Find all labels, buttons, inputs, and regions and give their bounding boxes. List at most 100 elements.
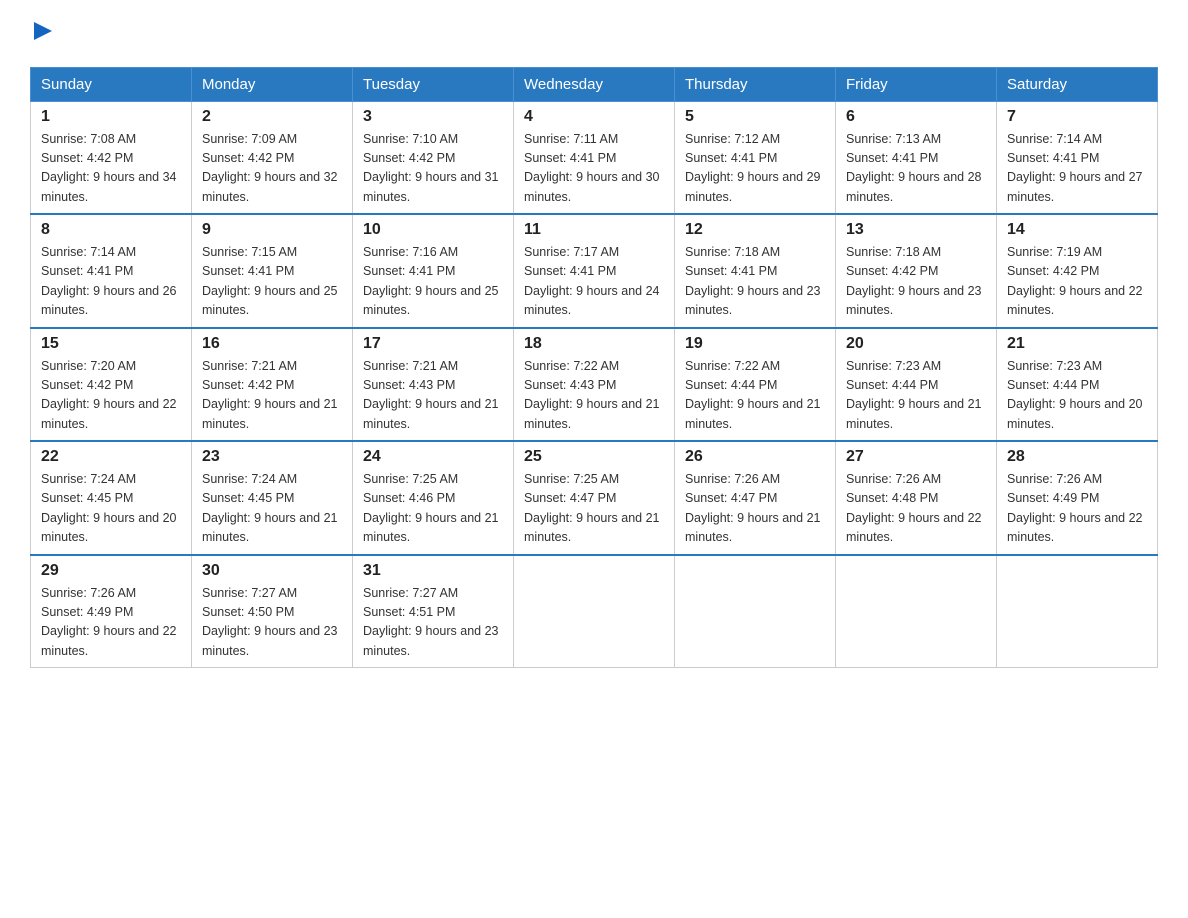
day-number: 28 xyxy=(1007,448,1147,466)
day-info: Sunrise: 7:12 AMSunset: 4:41 PMDaylight:… xyxy=(685,130,825,208)
day-number: 8 xyxy=(41,221,181,239)
day-info: Sunrise: 7:09 AMSunset: 4:42 PMDaylight:… xyxy=(202,130,342,208)
day-info: Sunrise: 7:26 AMSunset: 4:49 PMDaylight:… xyxy=(41,584,181,662)
day-header-saturday: Saturday xyxy=(997,67,1158,101)
day-info: Sunrise: 7:26 AMSunset: 4:48 PMDaylight:… xyxy=(846,470,986,548)
calendar-table: SundayMondayTuesdayWednesdayThursdayFrid… xyxy=(30,67,1158,669)
calendar-cell: 9 Sunrise: 7:15 AMSunset: 4:41 PMDaylight… xyxy=(192,214,353,328)
day-header-wednesday: Wednesday xyxy=(514,67,675,101)
calendar-cell: 17 Sunrise: 7:21 AMSunset: 4:43 PMDayligh… xyxy=(353,328,514,442)
day-header-row: SundayMondayTuesdayWednesdayThursdayFrid… xyxy=(31,67,1158,101)
day-number: 21 xyxy=(1007,335,1147,353)
day-number: 16 xyxy=(202,335,342,353)
day-info: Sunrise: 7:27 AMSunset: 4:51 PMDaylight:… xyxy=(363,584,503,662)
calendar-cell: 22 Sunrise: 7:24 AMSunset: 4:45 PMDayligh… xyxy=(31,441,192,555)
day-number: 3 xyxy=(363,108,503,126)
calendar-cell: 7 Sunrise: 7:14 AMSunset: 4:41 PMDaylight… xyxy=(997,101,1158,214)
calendar-cell: 5 Sunrise: 7:12 AMSunset: 4:41 PMDaylight… xyxy=(675,101,836,214)
calendar-cell: 28 Sunrise: 7:26 AMSunset: 4:49 PMDayligh… xyxy=(997,441,1158,555)
calendar-week-1: 1Sunrise: 7:08 AMSunset: 4:42 PMDaylight… xyxy=(31,101,1158,214)
day-number: 7 xyxy=(1007,108,1147,126)
calendar-week-3: 15 Sunrise: 7:20 AMSunset: 4:42 PMDayligh… xyxy=(31,328,1158,442)
calendar-cell: 31Sunrise: 7:27 AMSunset: 4:51 PMDayligh… xyxy=(353,555,514,668)
day-number: 25 xyxy=(524,448,664,466)
day-number: 17 xyxy=(363,335,503,353)
calendar-cell: 1Sunrise: 7:08 AMSunset: 4:42 PMDaylight… xyxy=(31,101,192,214)
day-info: Sunrise: 7:19 AMSunset: 4:42 PMDaylight:… xyxy=(1007,243,1147,321)
calendar-cell xyxy=(836,555,997,668)
calendar-cell: 2Sunrise: 7:09 AMSunset: 4:42 PMDaylight… xyxy=(192,101,353,214)
calendar-cell: 25 Sunrise: 7:25 AMSunset: 4:47 PMDayligh… xyxy=(514,441,675,555)
day-header-thursday: Thursday xyxy=(675,67,836,101)
calendar-cell: 20 Sunrise: 7:23 AMSunset: 4:44 PMDayligh… xyxy=(836,328,997,442)
day-info: Sunrise: 7:23 AMSunset: 4:44 PMDaylight:… xyxy=(846,357,986,435)
day-info: Sunrise: 7:16 AMSunset: 4:41 PMDaylight:… xyxy=(363,243,503,321)
day-info: Sunrise: 7:22 AMSunset: 4:43 PMDaylight:… xyxy=(524,357,664,435)
day-info: Sunrise: 7:15 AMSunset: 4:41 PMDaylight:… xyxy=(202,243,342,321)
calendar-week-4: 22 Sunrise: 7:24 AMSunset: 4:45 PMDayligh… xyxy=(31,441,1158,555)
day-number: 9 xyxy=(202,221,342,239)
day-number: 26 xyxy=(685,448,825,466)
calendar-cell: 19Sunrise: 7:22 AMSunset: 4:44 PMDayligh… xyxy=(675,328,836,442)
day-number: 1 xyxy=(41,108,181,126)
day-number: 23 xyxy=(202,448,342,466)
calendar-cell: 8 Sunrise: 7:14 AMSunset: 4:41 PMDaylight… xyxy=(31,214,192,328)
day-info: Sunrise: 7:10 AMSunset: 4:42 PMDaylight:… xyxy=(363,130,503,208)
day-number: 15 xyxy=(41,335,181,353)
calendar-cell: 11 Sunrise: 7:17 AMSunset: 4:41 PMDayligh… xyxy=(514,214,675,328)
day-number: 5 xyxy=(685,108,825,126)
day-number: 12 xyxy=(685,221,825,239)
day-info: Sunrise: 7:13 AMSunset: 4:41 PMDaylight:… xyxy=(846,130,986,208)
day-info: Sunrise: 7:20 AMSunset: 4:42 PMDaylight:… xyxy=(41,357,181,435)
day-number: 30 xyxy=(202,562,342,580)
day-info: Sunrise: 7:25 AMSunset: 4:47 PMDaylight:… xyxy=(524,470,664,548)
calendar-cell: 4Sunrise: 7:11 AMSunset: 4:41 PMDaylight… xyxy=(514,101,675,214)
calendar-cell: 16Sunrise: 7:21 AMSunset: 4:42 PMDayligh… xyxy=(192,328,353,442)
page-header xyxy=(30,20,1158,47)
logo-triangle-icon xyxy=(32,20,54,42)
calendar-cell xyxy=(514,555,675,668)
day-info: Sunrise: 7:27 AMSunset: 4:50 PMDaylight:… xyxy=(202,584,342,662)
day-info: Sunrise: 7:14 AMSunset: 4:41 PMDaylight:… xyxy=(1007,130,1147,208)
day-number: 6 xyxy=(846,108,986,126)
day-number: 11 xyxy=(524,221,664,239)
calendar-cell: 24 Sunrise: 7:25 AMSunset: 4:46 PMDayligh… xyxy=(353,441,514,555)
day-info: Sunrise: 7:18 AMSunset: 4:42 PMDaylight:… xyxy=(846,243,986,321)
logo xyxy=(30,20,54,47)
calendar-week-5: 29 Sunrise: 7:26 AMSunset: 4:49 PMDayligh… xyxy=(31,555,1158,668)
day-number: 22 xyxy=(41,448,181,466)
day-info: Sunrise: 7:23 AMSunset: 4:44 PMDaylight:… xyxy=(1007,357,1147,435)
day-number: 20 xyxy=(846,335,986,353)
calendar-cell: 6 Sunrise: 7:13 AMSunset: 4:41 PMDaylight… xyxy=(836,101,997,214)
calendar-cell: 26Sunrise: 7:26 AMSunset: 4:47 PMDayligh… xyxy=(675,441,836,555)
calendar-cell: 23Sunrise: 7:24 AMSunset: 4:45 PMDayligh… xyxy=(192,441,353,555)
day-number: 19 xyxy=(685,335,825,353)
day-number: 14 xyxy=(1007,221,1147,239)
day-header-tuesday: Tuesday xyxy=(353,67,514,101)
day-number: 27 xyxy=(846,448,986,466)
day-info: Sunrise: 7:17 AMSunset: 4:41 PMDaylight:… xyxy=(524,243,664,321)
calendar-cell: 15 Sunrise: 7:20 AMSunset: 4:42 PMDayligh… xyxy=(31,328,192,442)
day-info: Sunrise: 7:14 AMSunset: 4:41 PMDaylight:… xyxy=(41,243,181,321)
day-number: 29 xyxy=(41,562,181,580)
day-info: Sunrise: 7:26 AMSunset: 4:49 PMDaylight:… xyxy=(1007,470,1147,548)
calendar-cell: 29 Sunrise: 7:26 AMSunset: 4:49 PMDayligh… xyxy=(31,555,192,668)
calendar-cell: 30 Sunrise: 7:27 AMSunset: 4:50 PMDayligh… xyxy=(192,555,353,668)
day-header-sunday: Sunday xyxy=(31,67,192,101)
day-header-friday: Friday xyxy=(836,67,997,101)
day-info: Sunrise: 7:11 AMSunset: 4:41 PMDaylight:… xyxy=(524,130,664,208)
day-number: 24 xyxy=(363,448,503,466)
day-number: 13 xyxy=(846,221,986,239)
calendar-cell xyxy=(675,555,836,668)
day-info: Sunrise: 7:24 AMSunset: 4:45 PMDaylight:… xyxy=(41,470,181,548)
calendar-week-2: 8 Sunrise: 7:14 AMSunset: 4:41 PMDaylight… xyxy=(31,214,1158,328)
calendar-cell: 13 Sunrise: 7:18 AMSunset: 4:42 PMDayligh… xyxy=(836,214,997,328)
calendar-cell xyxy=(997,555,1158,668)
day-header-monday: Monday xyxy=(192,67,353,101)
day-info: Sunrise: 7:18 AMSunset: 4:41 PMDaylight:… xyxy=(685,243,825,321)
calendar-cell: 21 Sunrise: 7:23 AMSunset: 4:44 PMDayligh… xyxy=(997,328,1158,442)
calendar-cell: 27 Sunrise: 7:26 AMSunset: 4:48 PMDayligh… xyxy=(836,441,997,555)
day-info: Sunrise: 7:25 AMSunset: 4:46 PMDaylight:… xyxy=(363,470,503,548)
day-info: Sunrise: 7:21 AMSunset: 4:43 PMDaylight:… xyxy=(363,357,503,435)
calendar-cell: 3 Sunrise: 7:10 AMSunset: 4:42 PMDaylight… xyxy=(353,101,514,214)
